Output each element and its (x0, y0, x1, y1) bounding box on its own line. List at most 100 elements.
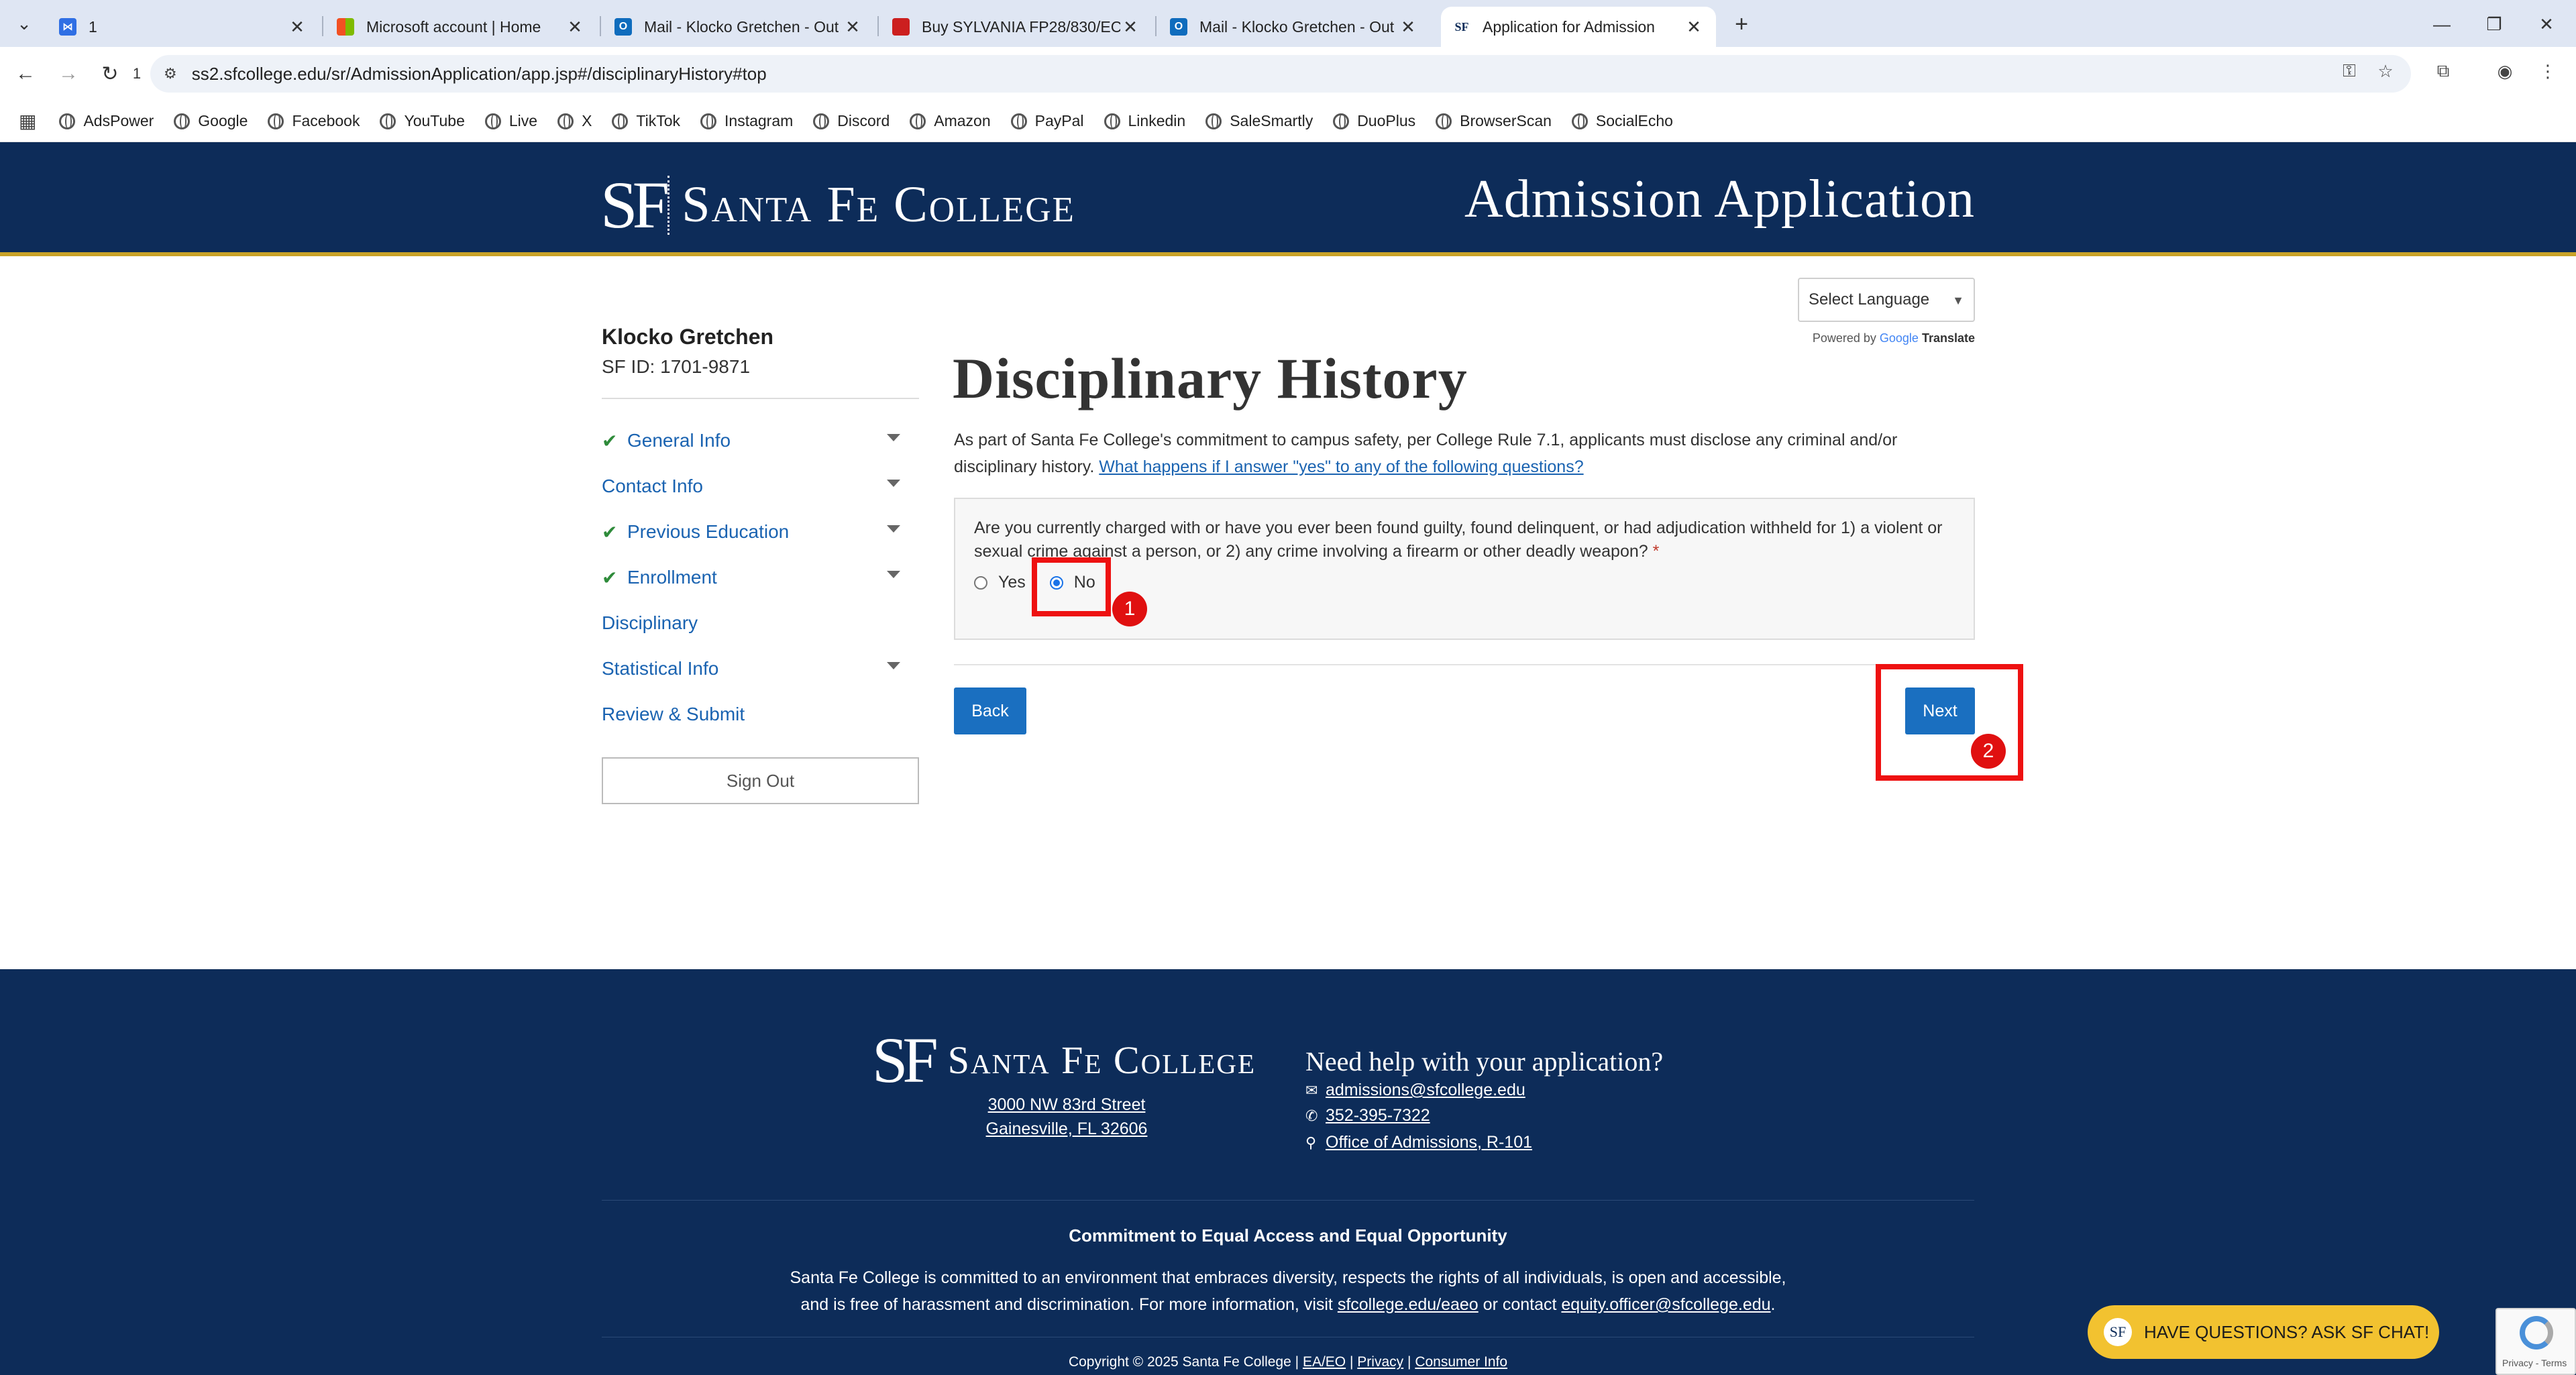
bookmark-item[interactable]: Amazon (910, 112, 991, 130)
ea-eo-link[interactable]: EA/EO (1303, 1354, 1346, 1370)
recaptcha-badge[interactable]: Privacy - Terms (2496, 1308, 2576, 1375)
footer-logo[interactable]: SF Santa Fe College (872, 1023, 1256, 1097)
tab-application-active[interactable]: SF Application for Admission ✕ (1441, 7, 1716, 47)
radio-yes-circle[interactable] (974, 575, 987, 590)
sidebar: Klocko Gretchen SF ID: 1701-9871 ✔ Gener… (602, 325, 919, 804)
globe-icon (1104, 113, 1120, 129)
apps-grid-icon[interactable]: ▦ (19, 110, 36, 132)
outlook-icon: O (614, 18, 632, 36)
chevron-down-icon[interactable] (887, 571, 900, 578)
chevron-down-icon[interactable] (887, 480, 900, 487)
sidebar-item-label: General Info (627, 430, 731, 451)
close-tab-icon[interactable]: ✕ (1120, 17, 1140, 38)
tab-mail-1[interactable]: O Mail - Klocko Gretchen - Out ✕ (602, 7, 875, 47)
consumer-info-link[interactable]: Consumer Info (1415, 1354, 1507, 1370)
phone-link[interactable]: 352-395-7322 (1326, 1106, 1430, 1125)
tab-separator (1155, 16, 1157, 36)
back-arrow-icon[interactable]: ← (9, 58, 42, 90)
address-bar[interactable]: ⚙ ss2.sfcollege.edu/sr/AdmissionApplicat… (150, 55, 2411, 93)
tab-sylvania[interactable]: Buy SYLVANIA FP28/830/ECO ✕ (880, 7, 1152, 47)
close-tab-icon[interactable]: ✕ (843, 17, 863, 38)
logo-wordmark: Santa Fe College (682, 176, 1075, 233)
equity-officer-link[interactable]: equity.officer@sfcollege.edu (1561, 1295, 1770, 1314)
forward-arrow-icon[interactable]: → (52, 58, 85, 90)
answer-radio-group: Yes No (974, 573, 1955, 592)
page-title: Disciplinary History (953, 346, 1468, 410)
bookmark-label: Amazon (934, 112, 991, 129)
tab-microsoft-account[interactable]: Microsoft account | Home ✕ (325, 7, 597, 47)
sidebar-item-review-submit[interactable]: Review & Submit (602, 692, 919, 737)
sidebar-item-statistical-info[interactable]: Statistical Info (602, 646, 919, 692)
content-divider (954, 664, 1975, 665)
chevron-down-icon[interactable] (887, 662, 900, 669)
sidebar-item-enrollment[interactable]: ✔ Enrollment (602, 555, 919, 600)
sidebar-item-contact-info[interactable]: Contact Info (602, 463, 919, 509)
sidebar-item-previous-education[interactable]: ✔ Previous Education (602, 509, 919, 555)
chevron-down-icon[interactable] (887, 434, 900, 441)
close-tab-icon[interactable]: ✕ (1398, 17, 1418, 38)
privacy-link[interactable]: Privacy (1357, 1354, 1403, 1370)
minimize-icon[interactable]: — (2422, 9, 2462, 39)
bookmark-item[interactable]: Discord (813, 112, 890, 130)
bookmark-item[interactable]: TikTok (612, 112, 680, 130)
language-select[interactable]: Select Language ▼ (1798, 278, 1975, 322)
profile-icon[interactable]: ◉ (2490, 56, 2520, 86)
bookmark-item[interactable]: AdsPower (59, 112, 154, 130)
close-tab-icon[interactable]: ✕ (287, 17, 307, 38)
bookmark-star-icon[interactable]: ☆ (2371, 56, 2400, 86)
sidebar-item-label: Review & Submit (602, 704, 745, 724)
intro-paragraph: As part of Santa Fe College's commitment… (954, 427, 1974, 480)
help-title: Need help with your application? (1305, 1046, 1664, 1077)
tab-search-icon[interactable]: ⌄ (9, 10, 39, 37)
footer-address[interactable]: 3000 NW 83rd Street Gainesville, FL 3260… (926, 1093, 1208, 1141)
help-email[interactable]: ✉ admissions@sfcollege.edu (1305, 1081, 1525, 1100)
extensions-icon[interactable]: ⧉ (2428, 56, 2458, 86)
bookmark-item[interactable]: SocialEcho (1571, 112, 1673, 130)
restore-icon[interactable]: ❐ (2474, 9, 2514, 39)
bookmark-item[interactable]: Linkedin (1104, 112, 1185, 130)
sidebar-item-label: Previous Education (627, 521, 790, 542)
google-text: Google (1879, 331, 1919, 345)
bookmark-item[interactable]: Live (484, 112, 537, 130)
close-tab-icon[interactable]: ✕ (565, 17, 585, 38)
password-key-icon[interactable]: ⚿ (2334, 56, 2364, 86)
bookmark-item[interactable]: Facebook (268, 112, 360, 130)
tab-separator (322, 16, 323, 36)
help-office[interactable]: ⚲ Office of Admissions, R-101 (1305, 1133, 1532, 1152)
chat-label: HAVE QUESTIONS? ASK SF CHAT! (2144, 1321, 2430, 1342)
back-button[interactable]: Back (954, 688, 1026, 734)
sidebar-item-general-info[interactable]: ✔ General Info (602, 418, 919, 463)
bookmark-item[interactable]: DuoPlus (1333, 112, 1415, 130)
sign-out-button[interactable]: Sign Out (602, 757, 919, 804)
menu-icon[interactable]: ⋮ (2533, 56, 2563, 86)
bookmark-item[interactable]: Google (174, 112, 248, 130)
what-happens-link[interactable]: What happens if I answer "yes" to any of… (1099, 457, 1583, 476)
close-tab-icon[interactable]: ✕ (1684, 17, 1704, 38)
site-info-icon[interactable]: ⚙ (164, 65, 177, 82)
santa-fe-college-logo[interactable]: SF Santa Fe College (600, 166, 1075, 243)
sidebar-item-label: Disciplinary (602, 612, 698, 633)
site-header: SF Santa Fe College Admission Applicatio… (0, 142, 2576, 256)
email-link[interactable]: admissions@sfcollege.edu (1326, 1081, 1525, 1100)
bookmark-item[interactable]: X (557, 112, 592, 130)
bookmark-item[interactable]: PayPal (1010, 112, 1084, 130)
sidebar-item-disciplinary[interactable]: Disciplinary (602, 600, 919, 646)
globe-icon (380, 113, 396, 129)
globe-icon (484, 113, 501, 129)
bookmark-item[interactable]: YouTube (380, 112, 465, 130)
bookmark-item[interactable]: Instagram (700, 112, 793, 130)
close-window-icon[interactable]: ✕ (2526, 9, 2567, 39)
tab-1[interactable]: ⋈ 1 ✕ (47, 7, 319, 47)
sf-chat-button[interactable]: SF HAVE QUESTIONS? ASK SF CHAT! (2088, 1305, 2439, 1359)
bookmark-item[interactable]: SaleSmartly (1205, 112, 1313, 130)
eaeo-link[interactable]: sfcollege.edu/eaeo (1338, 1295, 1479, 1314)
bookmark-item[interactable]: BrowserScan (1436, 112, 1552, 130)
globe-icon (910, 113, 926, 129)
office-link[interactable]: Office of Admissions, R-101 (1326, 1133, 1532, 1152)
help-phone[interactable]: ✆ 352-395-7322 (1305, 1106, 1430, 1125)
new-tab-icon[interactable]: + (1727, 9, 1756, 39)
radio-yes[interactable]: Yes (974, 573, 1026, 592)
chevron-down-icon[interactable] (887, 525, 900, 533)
tab-mail-2[interactable]: O Mail - Klocko Gretchen - Out ✕ (1158, 7, 1430, 47)
footer-logo-monogram: SF (872, 1024, 938, 1096)
